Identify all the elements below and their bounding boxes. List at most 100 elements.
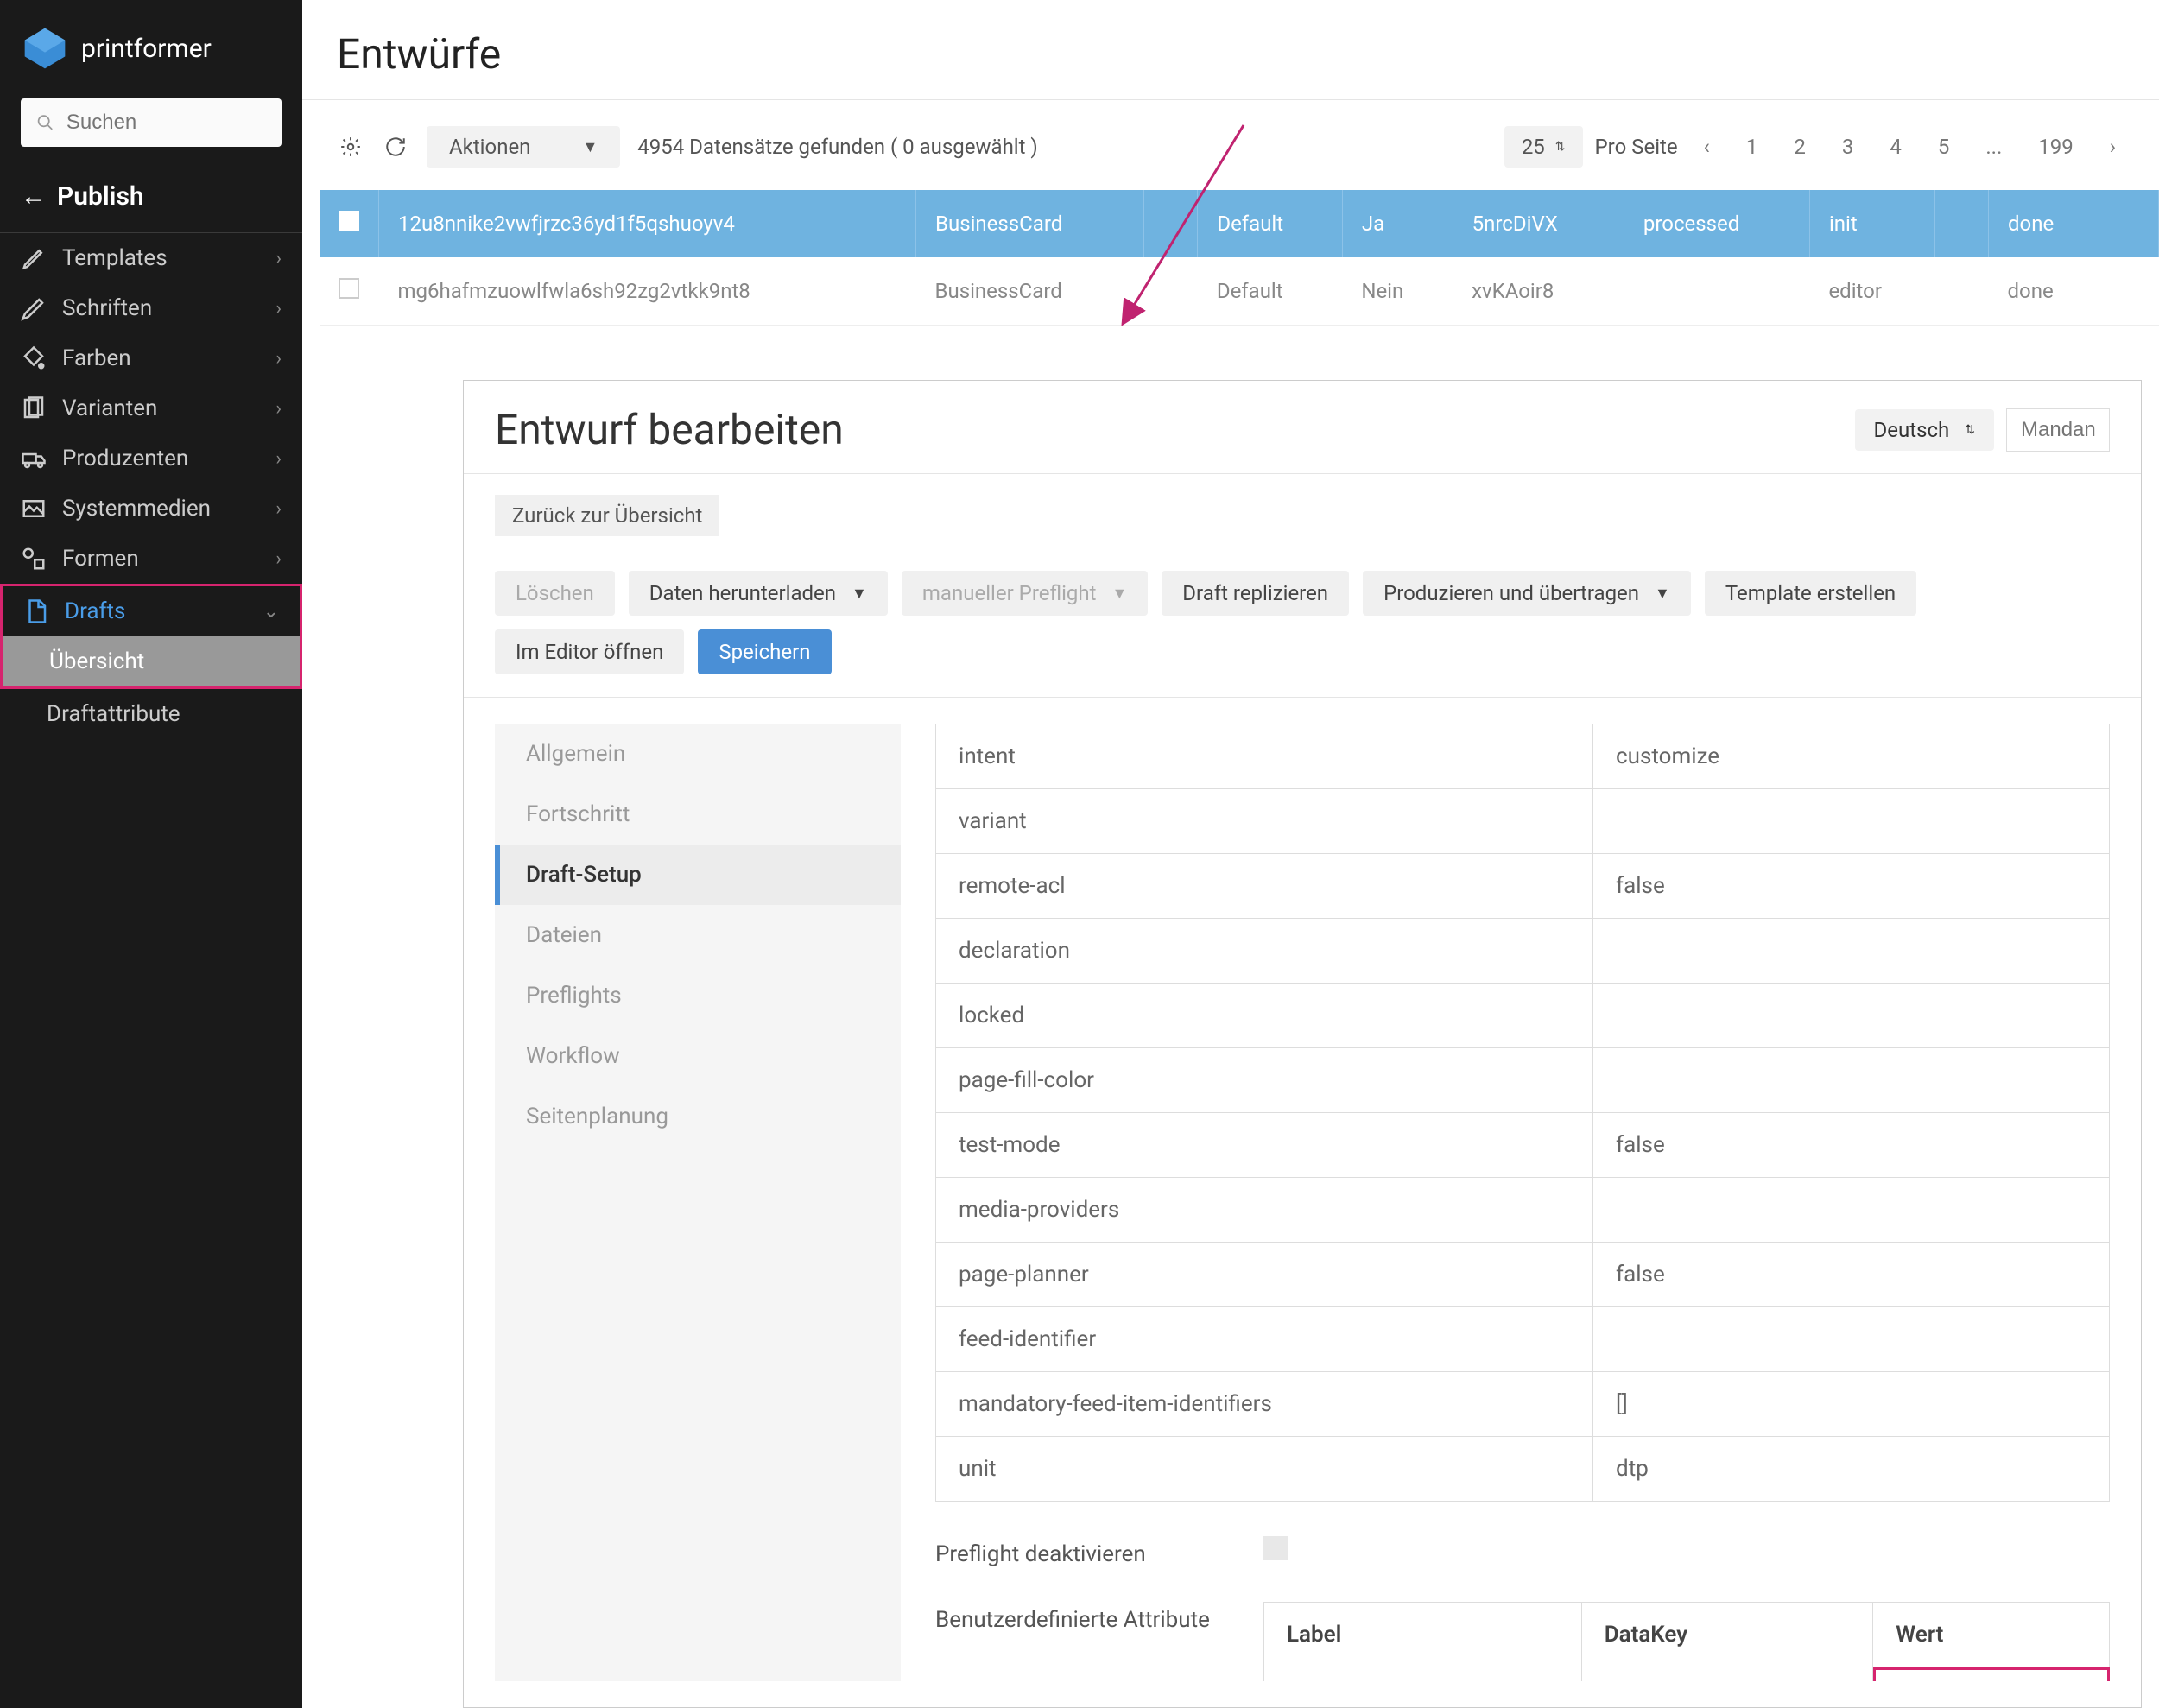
detail-tabs: Allgemein Fortschritt Draft-Setup Dateie… <box>495 724 901 1681</box>
kv-value: dtp <box>1593 1437 2110 1502</box>
attr-value: 300ex <box>1873 1667 2110 1682</box>
col-status1[interactable]: processed <box>1624 190 1809 257</box>
kv-row: locked <box>936 984 2110 1048</box>
kv-row: test-modefalse <box>936 1113 2110 1178</box>
chevron-right-icon: › <box>275 448 282 470</box>
tab-dateien[interactable]: Dateien <box>495 905 901 965</box>
pager-prev[interactable]: ‹ <box>1695 130 1719 164</box>
col-id[interactable]: 12u8nnike2vwfjrzc36yd1f5qshuoyv4 <box>379 190 916 257</box>
nav-label: Drafts <box>65 598 125 624</box>
replicate-draft-button[interactable]: Draft replizieren <box>1162 571 1349 616</box>
nav-drafts[interactable]: Drafts⌄ <box>3 586 300 636</box>
pager-page[interactable]: 2 <box>1785 130 1814 164</box>
actions-label: Aktionen <box>449 135 530 159</box>
cell <box>1935 257 1989 326</box>
preflight-disable-checkbox[interactable] <box>1263 1536 1288 1560</box>
kv-row: intentcustomize <box>936 724 2110 789</box>
cell: BusinessCard <box>916 257 1144 326</box>
col-done[interactable]: done <box>1988 190 2105 257</box>
chevron-right-icon: › <box>275 548 282 570</box>
create-template-button[interactable]: Template erstellen <box>1705 571 1916 616</box>
search-input[interactable] <box>66 111 266 135</box>
cell <box>2105 257 2159 326</box>
pager-ellipsis: ... <box>1977 130 2010 164</box>
pager-page[interactable]: 5 <box>1929 130 1959 164</box>
pager-next[interactable]: › <box>2101 130 2124 164</box>
open-editor-button[interactable]: Im Editor öffnen <box>495 629 684 674</box>
nav-formen[interactable]: Formen› <box>0 534 302 584</box>
delete-button[interactable]: Löschen <box>495 571 615 616</box>
pager-page[interactable]: 1 <box>1738 130 1767 164</box>
kv-key: mandatory-feed-item-identifiers <box>936 1372 1593 1437</box>
kv-row: media-providers <box>936 1178 2110 1243</box>
back-to-publish[interactable]: ← Publish <box>0 168 302 232</box>
kv-row: feed-identifier <box>936 1307 2110 1372</box>
kv-key: test-mode <box>936 1113 1593 1178</box>
list-toolbar: Aktionen ▼ 4954 Datensätze gefunden ( 0 … <box>302 100 2159 190</box>
download-data-button[interactable]: Daten herunterladen▼ <box>629 571 888 616</box>
attr-col-wert: Wert <box>1873 1603 2110 1667</box>
kv-row: variant <box>936 789 2110 854</box>
nav-label: Varianten <box>62 395 157 421</box>
refresh-button[interactable] <box>382 133 409 161</box>
col-variant[interactable]: Default <box>1198 190 1343 257</box>
select-all-header[interactable] <box>320 190 379 257</box>
pager-page[interactable]: 199 <box>2029 130 2081 164</box>
kv-value <box>1593 789 2110 854</box>
back-to-overview-link[interactable]: Zurück zur Übersicht <box>495 495 719 536</box>
nav-drafts-uebersicht[interactable]: Übersicht <box>3 636 300 686</box>
truck-icon <box>21 446 47 471</box>
mandant-input[interactable] <box>2006 408 2110 452</box>
tab-preflights[interactable]: Preflights <box>495 965 901 1026</box>
kv-value: false <box>1593 1243 2110 1307</box>
table-row[interactable]: mg6hafmzuowlfwla6sh92zg2vtkk9nt8 Busines… <box>320 257 2159 326</box>
col-blank1[interactable] <box>1144 190 1198 257</box>
kv-value <box>1593 984 2110 1048</box>
page-size-select[interactable]: 25 ⇅ <box>1504 126 1583 168</box>
tab-workflow[interactable]: Workflow <box>495 1026 901 1086</box>
kv-key: unit <box>936 1437 1593 1502</box>
edit-draft-modal: Entwurf bearbeiten Deutsch ⇅ Zurück zur … <box>463 380 2142 1708</box>
detail-pane: intentcustomizevariantremote-aclfalsedec… <box>901 724 2110 1681</box>
kv-row: remote-aclfalse <box>936 854 2110 919</box>
col-code[interactable]: 5nrcDiVX <box>1453 190 1624 257</box>
produce-transfer-button[interactable]: Produzieren und übertragen▼ <box>1363 571 1691 616</box>
chevron-right-icon: › <box>275 348 282 370</box>
language-select[interactable]: Deutsch ⇅ <box>1855 409 1994 451</box>
search-input-wrapper[interactable] <box>21 98 282 147</box>
kv-key: intent <box>936 724 1593 789</box>
nav-label: Produzenten <box>62 446 188 471</box>
kv-row: mandatory-feed-item-identifiers[] <box>936 1372 2110 1437</box>
nav-templates[interactable]: Templates› <box>0 233 302 283</box>
pager-page[interactable]: 4 <box>1881 130 1910 164</box>
nav-drafts-draftattribute[interactable]: Draftattribute <box>0 689 302 739</box>
nav-varianten[interactable]: Varianten› <box>0 383 302 433</box>
nav-farben[interactable]: Farben› <box>0 333 302 383</box>
table-header-row: 12u8nnike2vwfjrzc36yd1f5qshuoyv4 Busines… <box>320 190 2159 257</box>
save-button[interactable]: Speichern <box>698 629 831 674</box>
brand-row: printformer <box>0 0 302 88</box>
settings-button[interactable] <box>337 133 364 161</box>
nav-label: Systemmedien <box>62 496 211 522</box>
nav-systemmedien[interactable]: Systemmedien› <box>0 484 302 534</box>
tab-allgemein[interactable]: Allgemein <box>495 724 901 784</box>
row-checkbox[interactable] <box>339 278 359 299</box>
manual-preflight-button[interactable]: manueller Preflight▼ <box>902 571 1148 616</box>
nav-schriften[interactable]: Schriften› <box>0 283 302 333</box>
col-yesno[interactable]: Ja <box>1342 190 1453 257</box>
pen-icon <box>21 295 47 321</box>
tab-draft-setup[interactable]: Draft-Setup <box>495 845 901 905</box>
cell: Nein <box>1342 257 1453 326</box>
actions-dropdown[interactable]: Aktionen ▼ <box>427 126 620 168</box>
cell: editor <box>1809 257 1934 326</box>
col-type[interactable]: BusinessCard <box>916 190 1144 257</box>
document-icon <box>23 598 49 624</box>
col-status2[interactable]: init <box>1809 190 1934 257</box>
col-blank3[interactable] <box>2105 190 2159 257</box>
tab-fortschritt[interactable]: Fortschritt <box>495 784 901 845</box>
col-blank2[interactable] <box>1935 190 1989 257</box>
pager-page[interactable]: 3 <box>1833 130 1863 164</box>
tab-seitenplanung[interactable]: Seitenplanung <box>495 1086 901 1147</box>
nav-produzenten[interactable]: Produzenten › <box>0 433 302 484</box>
caret-down-icon: ▼ <box>1655 585 1670 603</box>
